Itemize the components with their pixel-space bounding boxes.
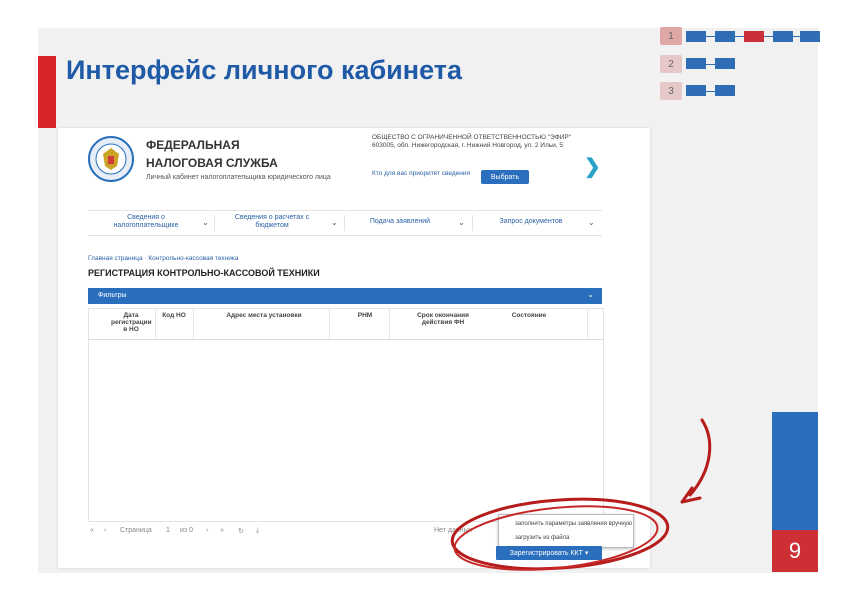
column-header-installation-address[interactable]: Адрес места установки [199,312,329,319]
chevron-down-icon[interactable]: ⌄ [588,218,595,227]
nav-box [686,31,706,42]
nav-step-3[interactable]: 3 [660,82,682,100]
column-header-fn-expiry[interactable]: Срок окончания действия ФН [415,312,471,326]
menu-item-taxpayer-info[interactable]: Сведения о налогоплательщике [108,214,184,230]
nav-box [686,85,706,96]
register-kkt-label: Зарегистрировать ККТ [509,549,583,557]
nav-box-current [744,31,764,42]
page-number: 9 [772,530,818,572]
chevron-down-icon[interactable]: ⌄ [202,218,209,227]
nav-box [715,58,735,69]
column-divider [193,309,194,339]
menu-divider [344,215,345,231]
menu-divider [472,215,473,231]
filters-bar[interactable]: Фильтры ⌄ [88,288,602,304]
column-divider [329,309,330,339]
title-accent-bar [38,56,56,128]
decor-blue-block [772,412,818,530]
download-icon[interactable]: ⤓ [256,527,259,535]
page-number-input[interactable]: 1 [166,527,170,534]
company-info: ОБЩЕСТВО С ОГРАНИЧЕННОЙ ОТВЕТСТВЕННОСТЬЮ… [372,134,572,149]
filters-label: Фильтры [98,292,127,299]
menu-item-manual-entry[interactable]: заполнить параметры заявления вручную [515,521,632,527]
chevron-down-icon[interactable]: ⌄ [458,218,465,227]
menu-item-applications[interactable]: Подача заявлений [360,218,440,226]
org-name-line2: НАЛОГОВАЯ СЛУЖБА [146,156,278,170]
page-count: из 0 [180,527,193,534]
menu-divider [214,215,215,231]
slide-title: Интерфейс личного кабинета [66,55,462,85]
nav-box [800,31,820,42]
nav-box [773,31,793,42]
prev-page-icon[interactable]: ‹ [104,527,106,534]
column-divider [155,309,156,339]
cabinet-subtitle: Личный кабинет налогоплательщика юридиче… [146,174,331,181]
chevron-right-icon[interactable]: ❯ [584,154,601,179]
nav-step-1[interactable]: 1 [660,27,682,45]
chevron-down-icon[interactable]: ⌄ [331,218,338,227]
register-options-menu: заполнить параметры заявления вручную за… [498,514,634,548]
last-page-icon[interactable]: » [220,527,224,534]
first-page-icon[interactable]: « [90,527,94,534]
column-header-registration-date[interactable]: Дата регистрации в НО [111,312,152,333]
breadcrumb[interactable]: Главная страница · Контрольно-кассовая т… [88,255,239,262]
menu-item-document-request[interactable]: Запрос документов [486,218,576,226]
kkt-table: Дата регистрации в НО Код НО Адрес места… [88,308,604,522]
nav-step-2[interactable]: 2 [660,55,682,73]
page-label: Страница [120,527,152,534]
next-page-icon[interactable]: › [206,527,208,534]
no-data-label: Нет данных [434,527,473,534]
chevron-down-icon[interactable]: ⌄ [587,290,594,299]
nav-box [715,31,735,42]
fns-emblem-icon [88,136,134,182]
menu-item-budget-calculations[interactable]: Сведения о расчетах с бюджетом [226,214,318,230]
priority-question-link[interactable]: Кто для вас приоритет сведения [372,170,472,178]
table-header: Дата регистрации в НО Код НО Адрес места… [89,309,603,340]
column-header-status[interactable]: Состояние [499,312,559,319]
choose-button[interactable]: Выбрать [481,170,529,184]
cabinet-screenshot: ФЕДЕРАЛЬНАЯ НАЛОГОВАЯ СЛУЖБА Личный каби… [58,128,650,568]
org-name-line1: ФЕДЕРАЛЬНАЯ [146,138,240,152]
page-heading: РЕГИСТРАЦИЯ КОНТРОЛЬНО-КАССОВОЙ ТЕХНИКИ [88,268,320,278]
column-header-tax-office-code[interactable]: Код НО [157,312,191,319]
nav-box [715,85,735,96]
menu-item-load-from-file[interactable]: загрузить из файла [515,535,569,541]
register-kkt-button[interactable]: Зарегистрировать ККТ ▾ [496,546,602,560]
refresh-icon[interactable]: ↻ [238,527,244,535]
column-header-rnm[interactable]: РНМ [345,312,385,319]
nav-box [686,58,706,69]
column-divider [587,309,588,339]
column-divider [389,309,390,339]
main-menu: Сведения о налогоплательщике ⌄ Сведения … [88,210,602,236]
